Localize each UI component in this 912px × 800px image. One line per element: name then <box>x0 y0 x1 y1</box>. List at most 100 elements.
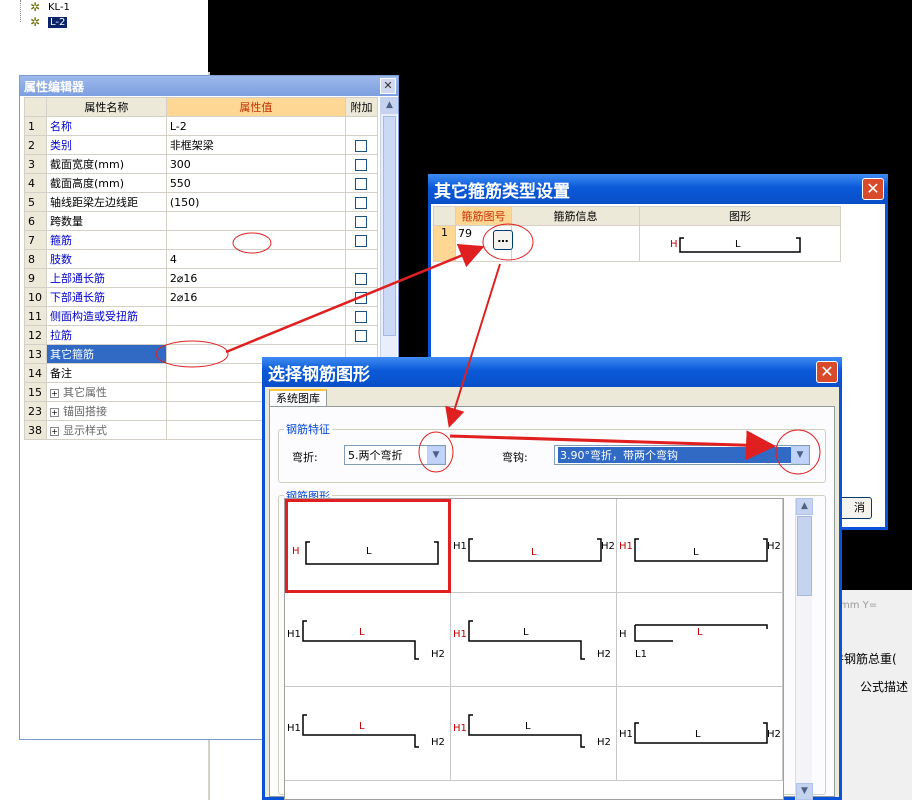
property-extra[interactable] <box>344 306 379 326</box>
tree-item-kl1[interactable]: ✲ KL-1 <box>30 0 70 14</box>
col-header-value[interactable]: 属性值 <box>165 97 346 117</box>
col-header-num <box>433 206 456 226</box>
shape-dialog-titlebar[interactable]: 选择钢筋图形 ✕ <box>262 357 842 387</box>
row-num: 11 <box>24 306 47 326</box>
col-header-info[interactable]: 箍筋信息 <box>511 206 640 226</box>
close-icon[interactable]: ✕ <box>816 361 838 383</box>
bend-select[interactable]: 5.两个弯折 ▼ <box>344 445 446 465</box>
hook-select[interactable]: 3.90°弯折，带两个弯钩 ▼ <box>554 445 810 465</box>
extra-checkbox[interactable] <box>355 196 368 209</box>
chevron-down-icon[interactable]: ▼ <box>791 446 809 464</box>
property-row[interactable]: 1 名称 L-2 <box>24 116 379 136</box>
shape-no-cell[interactable]: 79 … <box>455 225 513 262</box>
property-extra[interactable] <box>344 325 379 345</box>
property-row[interactable]: 4 截面高度(mm) 550 <box>24 173 379 193</box>
property-extra[interactable] <box>344 154 379 174</box>
col-header-extra[interactable]: 附加 <box>344 97 379 117</box>
property-value[interactable]: 非框架梁 <box>165 135 346 155</box>
tab-system-library[interactable]: 系统图库 <box>269 389 327 407</box>
extra-checkbox[interactable] <box>355 158 368 171</box>
property-row[interactable]: 9 上部通长筋 2⌀16 <box>24 268 379 288</box>
scroll-thumb[interactable] <box>797 516 812 596</box>
property-row[interactable]: 12 拉筋 <box>24 325 379 345</box>
property-row[interactable]: 3 截面宽度(mm) 300 <box>24 154 379 174</box>
property-value[interactable] <box>165 211 346 231</box>
property-extra[interactable] <box>344 173 379 193</box>
shape-cell[interactable]: H L L1 <box>617 593 783 687</box>
property-value[interactable]: 2⌀16 <box>165 268 346 288</box>
shape-dimension-label: L <box>531 547 537 558</box>
property-value[interactable] <box>165 230 346 250</box>
property-editor-titlebar[interactable]: 属性编辑器 ✕ <box>20 76 398 96</box>
scroll-up-icon[interactable]: ▲ <box>796 498 813 515</box>
info-cell[interactable] <box>511 225 640 262</box>
extra-checkbox[interactable] <box>355 234 368 247</box>
row-num: 3 <box>24 154 47 174</box>
col-header-name[interactable]: 属性名称 <box>45 97 167 117</box>
chevron-down-icon[interactable]: ▼ <box>427 446 445 464</box>
scroll-up-icon[interactable]: ▲ <box>381 97 398 114</box>
property-extra <box>344 249 379 269</box>
property-extra[interactable] <box>344 135 379 155</box>
property-value[interactable] <box>165 306 346 326</box>
extra-checkbox[interactable] <box>355 215 368 228</box>
property-extra[interactable] <box>344 211 379 231</box>
browse-shape-button[interactable]: … <box>493 230 513 250</box>
property-scrollbar[interactable]: ▲ <box>380 97 398 357</box>
expand-icon[interactable]: + <box>49 389 59 398</box>
property-name: 类别 <box>45 135 167 155</box>
property-value[interactable] <box>165 325 346 345</box>
property-value[interactable]: (150) <box>165 192 346 212</box>
property-row[interactable]: 2 类别 非框架梁 <box>24 135 379 155</box>
shape-cell[interactable]: H1 L H2 <box>285 687 451 781</box>
tree-item-l2[interactable]: ✲ L-2 <box>30 15 68 29</box>
shape-cell[interactable]: H1 L H2 <box>451 593 617 687</box>
expand-icon[interactable]: + <box>49 408 59 417</box>
property-row[interactable]: 7 箍筋 <box>24 230 379 250</box>
property-extra[interactable] <box>344 287 379 307</box>
shape-cell[interactable]: H1 L H2 <box>285 593 451 687</box>
extra-checkbox[interactable] <box>355 310 368 323</box>
property-value[interactable]: 550 <box>165 173 346 193</box>
shape-cell[interactable]: H1 L H2 <box>617 687 783 781</box>
property-row[interactable]: 11 侧面构造或受扭筋 <box>24 306 379 326</box>
property-extra[interactable] <box>344 268 379 288</box>
property-row[interactable]: 10 下部通长筋 2⌀16 <box>24 287 379 307</box>
shape-cell[interactable]: H1 L H2 <box>451 687 617 781</box>
shape-dimension-label: H2 <box>431 649 445 660</box>
extra-checkbox[interactable] <box>355 177 368 190</box>
col-header-figure[interactable]: 图形 <box>639 206 841 226</box>
close-icon[interactable]: ✕ <box>862 178 884 200</box>
formula-column-header[interactable]: 公式描述 <box>860 678 908 695</box>
extra-checkbox[interactable] <box>355 329 368 342</box>
scroll-thumb[interactable] <box>383 116 396 336</box>
property-extra[interactable] <box>344 230 379 250</box>
extra-checkbox[interactable] <box>355 272 368 285</box>
shape-cell[interactable]: H1 L H2 <box>451 499 617 593</box>
property-name: 肢数 <box>45 249 167 269</box>
property-extra[interactable] <box>344 192 379 212</box>
shape-grid-scrollbar[interactable]: ▲ ▼ <box>795 498 813 800</box>
scroll-down-icon[interactable]: ▼ <box>796 783 813 800</box>
stirrup-dialog-titlebar[interactable]: 其它箍筋类型设置 ✕ <box>428 174 888 204</box>
property-value[interactable]: L-2 <box>165 116 346 136</box>
property-row[interactable]: 6 跨数量 <box>24 211 379 231</box>
shape-cell[interactable]: HL <box>285 499 451 593</box>
extra-checkbox[interactable] <box>355 139 368 152</box>
property-name-text: 其它箍筋 <box>49 348 94 361</box>
property-value[interactable]: 4 <box>165 249 346 269</box>
property-row[interactable]: 5 轴线距梁左边线距 (150) <box>24 192 379 212</box>
col-header-shape-no[interactable]: 箍筋图号 <box>455 206 512 226</box>
expand-icon[interactable]: + <box>49 427 59 436</box>
property-value[interactable]: 2⌀16 <box>165 287 346 307</box>
shape-dimension-label: H <box>292 546 300 557</box>
property-value[interactable]: 300 <box>165 154 346 174</box>
close-icon[interactable]: ✕ <box>380 78 396 94</box>
shape-cell[interactable]: H1 L H2 <box>617 499 783 593</box>
property-editor-title: 属性编辑器 <box>24 79 85 94</box>
feature-group-label: 钢筋特征 <box>284 421 332 437</box>
extra-checkbox[interactable] <box>355 291 368 304</box>
property-row[interactable]: 8 肢数 4 <box>24 249 379 269</box>
table-row[interactable]: 1 79 … H L <box>433 225 841 262</box>
property-name-text: 显示样式 <box>62 424 107 437</box>
